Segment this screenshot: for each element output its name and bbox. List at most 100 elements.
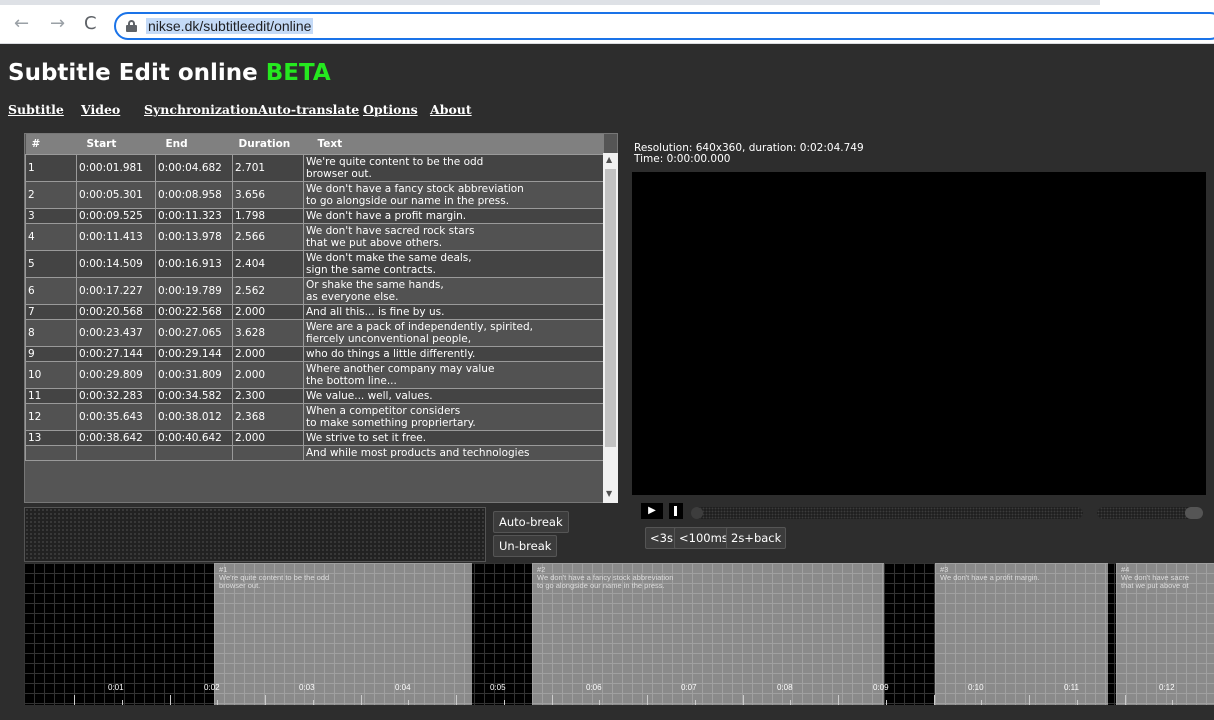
cell-text: When a competitor considers to make some… — [303, 402, 604, 431]
ruler-tick — [408, 700, 409, 705]
cell-text: Or shake the same hands, as everyone els… — [303, 276, 604, 305]
ruler-tick — [1077, 700, 1078, 705]
col-end-header[interactable]: End — [156, 134, 233, 154]
app-title: Subtitle Edit online BETA — [8, 60, 331, 86]
table-header: # Start End Duration Text — [25, 134, 604, 154]
volume-knob[interactable] — [1185, 507, 1203, 519]
col-text-header[interactable]: Text — [304, 134, 604, 154]
cell-dur: 2.404 — [232, 249, 304, 278]
reload-icon[interactable]: C — [84, 15, 97, 33]
paragraph-text: We don't have sacre that we put above ot — [1121, 573, 1189, 590]
table-scrollbar[interactable]: ▲ ▼ — [603, 153, 618, 503]
subtitle-text-editor[interactable] — [24, 507, 486, 562]
cell-dur: 2.000 — [232, 360, 304, 389]
table-row[interactable]: 8 0:00:23.437 0:00:27.065 3.628 Were are a p… — [25, 318, 604, 347]
time-tick: 0:01 — [108, 683, 124, 692]
video-player[interactable] — [632, 172, 1206, 495]
cell-end: 0:00:40.642 — [155, 429, 233, 446]
cell-text: We strive to set it free. — [303, 429, 604, 446]
table-row[interactable]: 7 0:00:20.568 0:00:22.568 2.000 And all this… — [25, 303, 604, 320]
menu-about[interactable]: About — [430, 102, 472, 117]
ruler-tick — [886, 700, 887, 705]
cell-end — [155, 444, 233, 461]
ruler-tick — [74, 695, 75, 705]
waveform-panel[interactable]: #1 We're quite content to be the odd bro… — [24, 563, 1214, 705]
table-row[interactable]: 11 0:00:32.283 0:00:34.582 2.300 We value...… — [25, 387, 604, 404]
progress-knob[interactable] — [691, 507, 703, 519]
waveform-paragraph-2[interactable]: #2 We don't have a fancy stock abbreviat… — [532, 563, 884, 705]
app-title-text: Subtitle Edit online — [8, 60, 258, 86]
cell-start: 0:00:32.283 — [76, 387, 156, 404]
cell-n: 9 — [25, 345, 77, 362]
cell-start: 0:00:11.413 — [76, 222, 156, 251]
table-row[interactable]: 9 0:00:27.144 0:00:29.144 2.000 who do thing… — [25, 345, 604, 362]
time-tick: 0:05 — [490, 683, 506, 692]
cell-dur: 3.656 — [232, 180, 304, 209]
table-row[interactable]: 4 0:00:11.413 0:00:13.978 2.566 We don't hav… — [25, 222, 604, 251]
cell-dur: 2.368 — [232, 402, 304, 431]
paragraph-text: We don't have a fancy stock abbreviation… — [537, 573, 674, 590]
back-3s-button[interactable]: <3s — [645, 527, 678, 549]
scroll-thumb[interactable] — [605, 169, 616, 447]
table-row[interactable]: 13 0:00:38.642 0:00:40.642 2.000 We strive t… — [25, 429, 604, 446]
subtitle-grid[interactable]: # Start End Duration Text 1 0:00:01.981 0:… — [24, 133, 618, 503]
col-number-header[interactable]: # — [26, 134, 77, 154]
menu-subtitle[interactable]: Subtitle — [8, 102, 64, 117]
cell-text: We don't have a fancy stock abbreviation… — [303, 180, 604, 209]
play-icon[interactable]: ▶ — [641, 503, 663, 519]
waveform-paragraph-3[interactable]: #3 We don't have a profit margin. — [935, 563, 1108, 705]
ruler-tick — [695, 700, 696, 705]
scroll-down-icon[interactable]: ▼ — [606, 489, 612, 498]
cell-n: 8 — [25, 318, 77, 347]
table-row[interactable]: 2 0:00:05.301 0:00:08.958 3.656 We don't hav… — [25, 180, 604, 209]
play-2s-back-button[interactable]: 2s+back — [726, 527, 787, 549]
time-tick: 0:04 — [395, 683, 411, 692]
back-arrow-icon[interactable]: ← — [14, 15, 29, 33]
menu-options[interactable]: Options — [363, 102, 418, 117]
volume-slider[interactable] — [1097, 507, 1203, 519]
cell-dur: 2.701 — [232, 153, 304, 182]
col-duration-header[interactable]: Duration — [233, 134, 304, 154]
table-row[interactable]: 12 0:00:35.643 0:00:38.012 2.368 When a comp… — [25, 402, 604, 431]
address-bar[interactable]: nikse.dk/subtitleedit/online — [114, 12, 1214, 40]
table-row[interactable]: 3 0:00:09.525 0:00:11.323 1.798 We don't hav… — [25, 207, 604, 224]
forward-arrow-icon[interactable]: → — [50, 15, 65, 33]
back-100ms-button[interactable]: <100ms — [674, 527, 733, 549]
scroll-up-icon[interactable]: ▲ — [606, 155, 612, 164]
auto-break-button[interactable]: Auto-break — [493, 511, 569, 533]
cell-end: 0:00:29.144 — [155, 345, 233, 362]
paragraph-text: We don't have a profit margin. — [940, 573, 1040, 582]
cell-end: 0:00:04.682 — [155, 153, 233, 182]
ruler-tick — [552, 695, 553, 705]
menu-synchronization[interactable]: Synchronization — [144, 102, 258, 117]
un-break-button[interactable]: Un-break — [493, 535, 558, 557]
cell-end: 0:00:13.978 — [155, 222, 233, 251]
cell-n: 2 — [25, 180, 77, 209]
cell-start: 0:00:01.981 — [76, 153, 156, 182]
time-tick: 0:08 — [777, 683, 793, 692]
table-row[interactable]: 6 0:00:17.227 0:00:19.789 2.562 Or shake the… — [25, 276, 604, 305]
video-progress-slider[interactable] — [691, 507, 1083, 519]
cell-dur: 2.000 — [232, 429, 304, 446]
table-row[interactable]: 5 0:00:14.509 0:00:16.913 2.404 We don't mak… — [25, 249, 604, 278]
waveform-paragraph-1[interactable]: #1 We're quite content to be the odd bro… — [214, 563, 472, 705]
lock-icon[interactable] — [126, 20, 137, 32]
menu-auto-translate[interactable]: Auto-translate — [258, 102, 359, 117]
table-row[interactable]: And while most products and technologies — [25, 444, 604, 461]
cell-n: 1 — [25, 153, 77, 182]
ruler-tick — [1172, 700, 1173, 705]
table-row[interactable]: 1 0:00:01.981 0:00:04.682 2.701 We're quite … — [25, 153, 604, 182]
col-start-header[interactable]: Start — [77, 134, 156, 154]
cell-n: 12 — [25, 402, 77, 431]
time-tick: 0:10 — [968, 683, 984, 692]
ruler-tick — [647, 695, 648, 705]
table-row[interactable]: 10 0:00:29.809 0:00:31.809 2.000 Where anoth… — [25, 360, 604, 389]
ruler-tick — [361, 695, 362, 705]
time-tick: 0:06 — [586, 683, 602, 692]
cell-n: 4 — [25, 222, 77, 251]
ruler-tick — [504, 700, 505, 705]
pause-icon[interactable] — [669, 503, 683, 519]
cell-dur: 2.562 — [232, 276, 304, 305]
url-text[interactable]: nikse.dk/subtitleedit/online — [146, 18, 314, 34]
menu-video[interactable]: Video — [81, 102, 120, 117]
